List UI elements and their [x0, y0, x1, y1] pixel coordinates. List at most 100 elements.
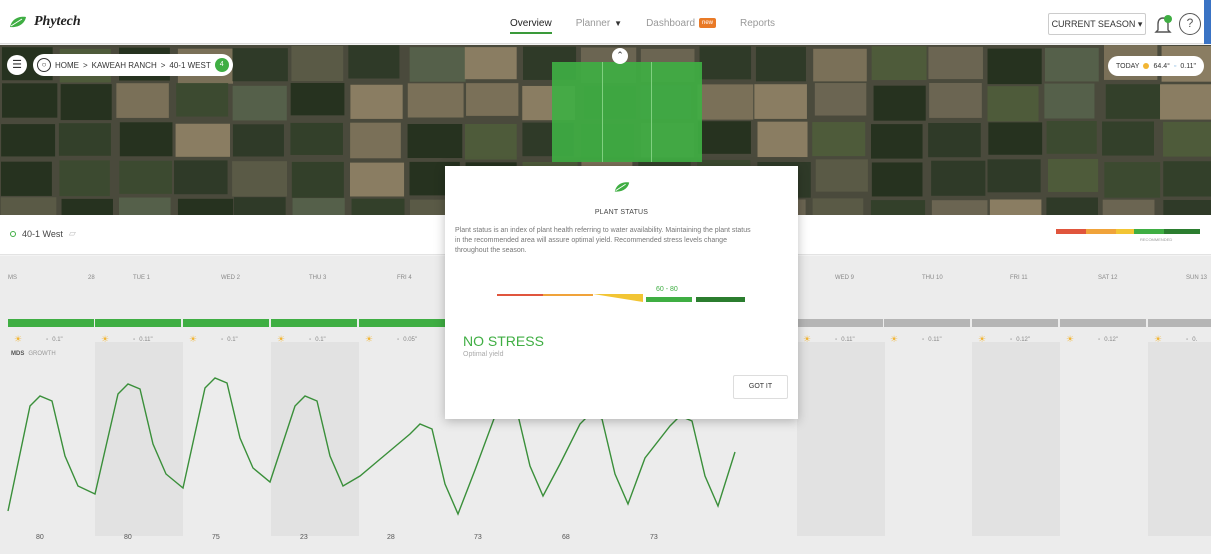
map-field — [755, 46, 806, 82]
map-field — [119, 160, 172, 194]
field-name-label: 40-1 West — [22, 228, 63, 239]
map-field — [1163, 199, 1211, 215]
modal-description: Plant status is an index of plant health… — [455, 227, 751, 254]
stress-scale — [497, 294, 745, 302]
nav-planner-label: Planner — [575, 18, 611, 29]
selected-field-blocks — [602, 62, 652, 162]
weather-pill[interactable]: TODAY 64.4° ▫ 0.11" — [1108, 56, 1204, 76]
map-field — [290, 122, 343, 155]
chevron-up-icon[interactable]: ⌃ — [612, 48, 628, 64]
season-selector[interactable]: CURRENT SEASON ▾ — [1048, 13, 1146, 35]
map-field — [61, 198, 113, 215]
breadcrumb-separator: > — [160, 60, 166, 70]
map-field — [1102, 199, 1155, 215]
map-field — [233, 197, 286, 215]
legend-red — [1056, 229, 1086, 234]
map-field — [813, 48, 867, 82]
nav-dashboard[interactable]: Dashboard new — [646, 18, 717, 34]
map-field — [116, 83, 169, 118]
map-field — [870, 200, 926, 215]
status-value: NO STRESS — [463, 333, 544, 349]
map-field — [812, 198, 864, 215]
map-field — [1044, 83, 1095, 119]
map-field — [232, 124, 284, 157]
comment-icon[interactable]: ▱ — [69, 228, 76, 239]
map-field — [1102, 121, 1155, 156]
brand-name: Phytech — [34, 14, 81, 29]
map-field — [232, 85, 287, 121]
map-field — [350, 122, 401, 159]
map-field — [119, 122, 173, 157]
menu-icon[interactable]: ☰ — [7, 55, 27, 75]
map-field — [349, 162, 405, 197]
map-field — [350, 84, 403, 119]
map-field — [988, 122, 1043, 155]
map-field — [409, 47, 466, 82]
map-field — [464, 47, 517, 80]
help-icon[interactable]: ? — [1179, 13, 1201, 35]
map-field — [928, 122, 981, 158]
rain-icon: ▫ — [1173, 62, 1177, 70]
recommended-range: 60 - 80 — [656, 286, 678, 293]
new-badge: new — [699, 18, 717, 29]
weather-label: TODAY — [1116, 62, 1140, 70]
main-nav: Overview Planner ▼ Dashboard new Reports — [510, 18, 775, 34]
plant-status-modal: PLANT STATUS Plant status is an index of… — [445, 166, 798, 419]
map-field — [118, 197, 171, 215]
map-field — [177, 198, 234, 215]
map-field — [2, 83, 58, 118]
map-field — [812, 122, 866, 157]
map-field — [60, 84, 112, 121]
map-field — [1, 124, 56, 157]
status-legend — [1056, 229, 1200, 234]
breadcrumb: ☰ ○ HOME > KAWEAH RANCH > 40-1 WEST 4 — [7, 54, 233, 76]
map-field — [928, 46, 983, 80]
legend-green — [1134, 229, 1164, 234]
map-field — [871, 46, 927, 81]
map-field — [871, 124, 923, 159]
map-field — [929, 83, 982, 118]
map-field — [815, 159, 868, 192]
map-field — [176, 83, 229, 117]
nav-planner[interactable]: Planner ▼ — [576, 18, 622, 34]
map-field — [348, 45, 400, 79]
daily-value: 28 — [387, 534, 395, 541]
top-bar: Phytech Overview Planner ▼ Dashboard new R… — [0, 0, 1211, 44]
map-field — [931, 200, 988, 215]
weather-temp: 64.4° — [1153, 62, 1170, 70]
daily-value: 73 — [650, 534, 658, 541]
daily-value: 75 — [212, 534, 220, 541]
breadcrumb-ranch[interactable]: KAWEAH RANCH — [92, 61, 157, 70]
map-field — [1044, 47, 1099, 82]
map-field — [987, 86, 1039, 122]
map-field — [1160, 84, 1211, 120]
field-name[interactable]: 40-1 West ▱ — [10, 228, 76, 239]
map-field — [351, 198, 405, 215]
breadcrumb-separator: > — [83, 60, 88, 70]
nav-overview[interactable]: Overview — [510, 18, 552, 34]
map-field — [1163, 161, 1211, 197]
breadcrumb-field[interactable]: 40-1 WEST — [169, 61, 210, 70]
daily-value: 80 — [36, 534, 44, 541]
map-field — [987, 48, 1042, 85]
breadcrumb-home[interactable]: HOME — [55, 61, 79, 70]
logo[interactable]: Phytech — [8, 14, 81, 30]
globe-icon[interactable]: ○ — [37, 58, 51, 72]
map-field — [1046, 197, 1098, 215]
legend-orange — [1086, 229, 1116, 234]
map-field — [989, 199, 1042, 215]
bell-icon[interactable] — [1152, 14, 1174, 36]
map-field — [698, 121, 751, 154]
breadcrumb-pill: ○ HOME > KAWEAH RANCH > 40-1 WEST 4 — [33, 54, 233, 76]
got-it-button[interactable]: GOT IT — [733, 375, 788, 399]
weather-rain: 0.11" — [1180, 62, 1196, 70]
map-field — [59, 160, 110, 197]
map-field — [175, 123, 230, 157]
caret-down-icon: ▼ — [614, 19, 623, 28]
map-field — [931, 160, 986, 196]
nav-reports[interactable]: Reports — [740, 18, 775, 34]
map-field — [1104, 162, 1161, 198]
map-field — [757, 121, 808, 158]
legend-dark-green — [1164, 229, 1200, 234]
map-field — [407, 124, 463, 159]
